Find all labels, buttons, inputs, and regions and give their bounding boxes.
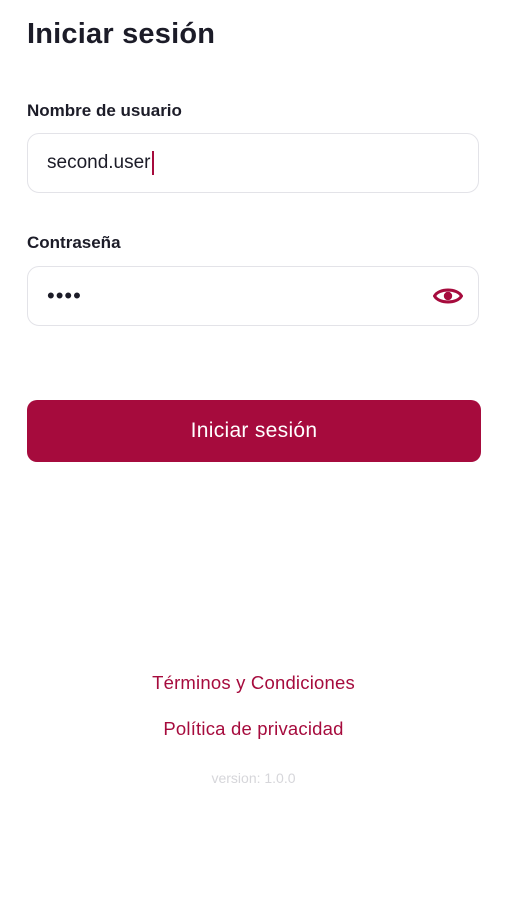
username-value: second.user [47,152,151,173]
terms-link[interactable]: Términos y Condiciones [0,672,507,694]
password-label: Contraseña [27,233,121,252]
version-label: version: 1.0.0 [211,770,296,786]
password-value: •••• [47,283,82,308]
eye-icon [433,288,463,304]
privacy-link[interactable]: Política de privacidad [0,718,507,740]
login-button[interactable]: Iniciar sesión [27,400,481,462]
username-field[interactable]: second.user [27,133,479,193]
username-label: Nombre de usuario [27,101,182,120]
page-title: Iniciar sesión [27,18,216,50]
text-cursor [151,150,154,175]
username-value-wrap: second.user [47,134,154,191]
show-password-button[interactable] [432,281,464,311]
password-field[interactable]: •••• [27,266,479,326]
